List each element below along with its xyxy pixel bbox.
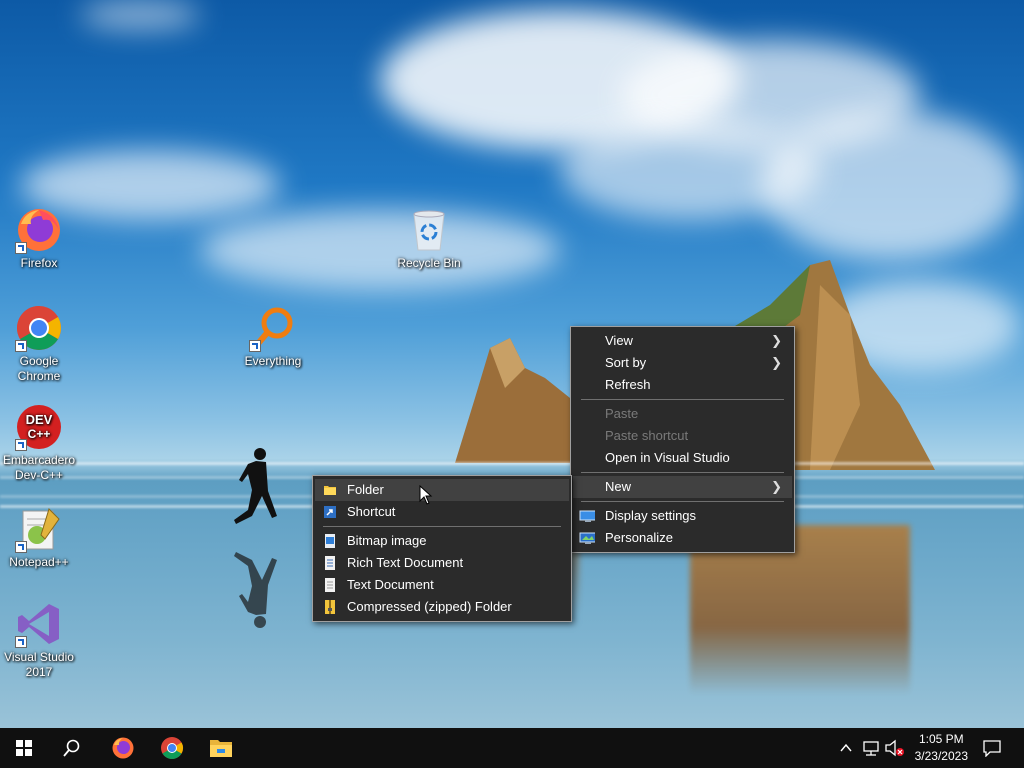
- file-explorer-icon: [210, 740, 232, 757]
- menu-item-paste-shortcut: Paste shortcut: [573, 425, 792, 447]
- menu-item-label: Paste shortcut: [605, 428, 689, 443]
- zip-folder-icon: [325, 600, 335, 614]
- submenu-item-shortcut[interactable]: Shortcut: [315, 501, 569, 523]
- desktop-context-menu: View ❯ Sort by ❯ Refresh Paste Paste sho…: [570, 326, 795, 553]
- firefox-icon: [112, 737, 134, 759]
- rock-left: [455, 338, 573, 463]
- menu-item-open-in-visual-studio[interactable]: Open in Visual Studio: [573, 447, 792, 469]
- network-icon: [863, 741, 879, 756]
- desktop-icon-recycle-bin[interactable]: Recycle Bin: [391, 206, 467, 271]
- menu-item-label: Sort by: [605, 355, 647, 370]
- search-icon: [63, 739, 80, 757]
- runner-silhouette: [234, 448, 277, 524]
- folder-icon: [324, 486, 336, 495]
- desktop-icon-label: Firefox: [20, 256, 58, 270]
- menu-item-label: New: [605, 479, 632, 494]
- notification-icon: [983, 740, 1001, 757]
- svg-text:C++: C++: [28, 427, 51, 441]
- runner-reflection: [234, 552, 277, 628]
- menu-separator: [581, 399, 784, 400]
- desktop-icon-label: Google Chrome: [17, 354, 61, 383]
- shortcut-arrow-icon: [15, 636, 27, 648]
- menu-item-label: Rich Text Document: [347, 555, 464, 570]
- taskbar-file-explorer[interactable]: [197, 728, 245, 768]
- desktop-icon-notepadpp[interactable]: Notepad++: [1, 505, 77, 570]
- chevron-right-icon: ❯: [771, 355, 782, 370]
- shortcut-arrow-icon: [15, 541, 27, 553]
- display-settings-icon: [579, 510, 595, 522]
- shortcut-arrow-icon: [15, 242, 27, 254]
- shortcut-arrow-icon: [15, 340, 27, 352]
- desktop-icon-label: Recycle Bin: [397, 256, 461, 270]
- menu-item-label: View: [605, 333, 633, 348]
- new-submenu: Folder Shortcut Bitmap image Rich Text D…: [312, 475, 572, 622]
- chrome-icon: [161, 737, 183, 759]
- menu-item-view[interactable]: View ❯: [573, 330, 792, 352]
- windows-logo-icon: [16, 740, 32, 756]
- shortcut-icon: [324, 506, 336, 518]
- volume-muted-icon: [885, 739, 904, 757]
- desktop-icon-devcpp[interactable]: DEV C++ Embarcadero Dev-C++: [1, 403, 77, 483]
- submenu-item-text-document[interactable]: Text Document: [315, 574, 569, 596]
- clock-date: 3/23/2023: [914, 749, 968, 763]
- shortcut-arrow-icon: [249, 340, 261, 352]
- desktop-icon-visual-studio[interactable]: Visual Studio 2017: [1, 600, 77, 680]
- action-center-button[interactable]: [972, 728, 1012, 768]
- network-button[interactable]: [861, 738, 881, 758]
- menu-item-label: Personalize: [605, 530, 673, 545]
- rich-text-document-icon: [325, 556, 335, 570]
- chevron-up-icon: [840, 743, 852, 752]
- menu-item-label: Bitmap image: [347, 533, 427, 548]
- menu-item-refresh[interactable]: Refresh: [573, 374, 792, 396]
- volume-button[interactable]: [884, 738, 906, 758]
- taskbar-firefox[interactable]: [99, 728, 147, 768]
- submenu-item-rich-text-document[interactable]: Rich Text Document: [315, 552, 569, 574]
- menu-item-label: Display settings: [605, 508, 697, 523]
- desktop-icon-label: Everything: [244, 354, 302, 368]
- taskbar-chrome[interactable]: [148, 728, 196, 768]
- taskbar: 1:05 PM 3/23/2023: [0, 728, 1024, 768]
- menu-item-label: Compressed (zipped) Folder: [347, 599, 512, 614]
- shortcut-arrow-icon: [15, 439, 27, 451]
- desktop-icon-label: Notepad++: [9, 555, 69, 569]
- menu-item-sort-by[interactable]: Sort by ❯: [573, 352, 792, 374]
- menu-item-label: Shortcut: [347, 504, 396, 519]
- menu-item-label: Folder: [347, 482, 384, 497]
- submenu-item-folder[interactable]: Folder: [315, 479, 569, 501]
- menu-item-paste: Paste: [573, 403, 792, 425]
- submenu-item-bitmap-image[interactable]: Bitmap image: [315, 530, 569, 552]
- submenu-item-compressed-folder[interactable]: Compressed (zipped) Folder: [315, 596, 569, 618]
- desktop-icon-label: Visual Studio 2017: [4, 650, 74, 679]
- desktop-icon-google-chrome[interactable]: Google Chrome: [1, 304, 77, 384]
- menu-separator: [581, 472, 784, 473]
- svg-text:DEV: DEV: [26, 412, 53, 427]
- text-document-icon: [325, 578, 335, 592]
- menu-item-display-settings[interactable]: Display settings: [573, 505, 792, 527]
- search-button[interactable]: [48, 728, 96, 768]
- show-hidden-icons-button[interactable]: [838, 738, 854, 758]
- bitmap-image-icon: [325, 534, 335, 548]
- desktop-icon-everything[interactable]: Everything: [235, 304, 311, 369]
- personalize-icon: [579, 532, 595, 544]
- menu-item-label: Refresh: [605, 377, 651, 392]
- menu-separator: [581, 501, 784, 502]
- menu-item-new[interactable]: New ❯: [573, 476, 792, 498]
- menu-item-label: Text Document: [347, 577, 434, 592]
- mouse-cursor-icon: [419, 485, 433, 505]
- desktop-icon-firefox[interactable]: Firefox: [1, 206, 77, 271]
- taskbar-clock[interactable]: 1:05 PM 3/23/2023: [915, 731, 968, 765]
- menu-item-personalize[interactable]: Personalize: [573, 527, 792, 549]
- desktop-icon-label: Embarcadero Dev-C++: [2, 453, 76, 482]
- clock-time: 1:05 PM: [918, 732, 964, 746]
- menu-item-label: Paste: [605, 406, 639, 421]
- chevron-right-icon: ❯: [771, 479, 782, 494]
- menu-item-label: Open in Visual Studio: [605, 450, 730, 465]
- start-button[interactable]: [0, 728, 48, 768]
- recycle-bin-icon: [413, 210, 445, 251]
- chevron-right-icon: ❯: [771, 333, 782, 348]
- menu-separator: [323, 526, 561, 527]
